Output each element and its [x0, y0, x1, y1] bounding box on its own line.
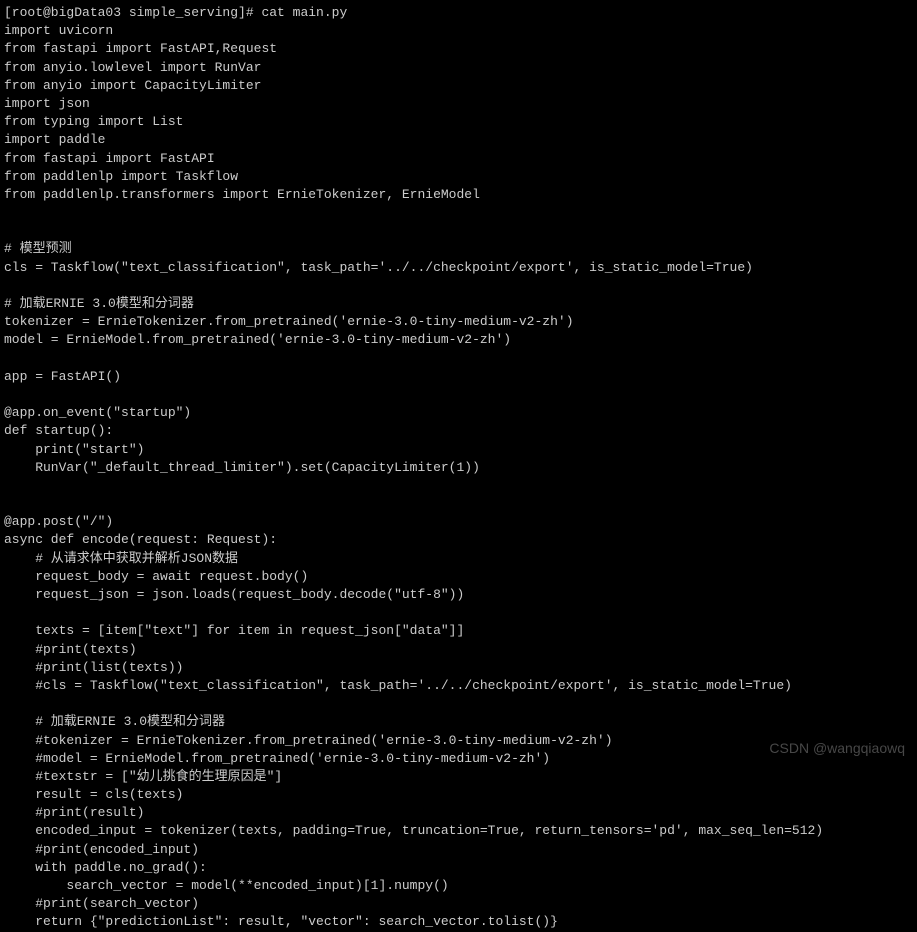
- code-line: result = cls(texts): [4, 787, 183, 802]
- code-line: #print(encoded_input): [4, 842, 199, 857]
- code-line: @app.post("/"): [4, 514, 113, 529]
- code-line: request_json = json.loads(request_body.d…: [4, 587, 464, 602]
- code-line: #print(list(texts)): [4, 660, 183, 675]
- code-line: # 从请求体中获取并解析JSON数据: [4, 551, 238, 566]
- code-line: # 加载ERNIE 3.0模型和分词器: [4, 296, 194, 311]
- code-line: from fastapi import FastAPI,Request: [4, 41, 277, 56]
- code-line: #print(result): [4, 805, 144, 820]
- code-line: model = ErnieModel.from_pretrained('erni…: [4, 332, 511, 347]
- code-line: with paddle.no_grad():: [4, 860, 207, 875]
- code-line: # 模型预测: [4, 241, 72, 256]
- code-line: return {"predictionList": result, "vecto…: [4, 914, 558, 929]
- code-line: from anyio.lowlevel import RunVar: [4, 60, 261, 75]
- terminal-output[interactable]: [root@bigData03 simple_serving]# cat mai…: [4, 4, 913, 932]
- code-line: import paddle: [4, 132, 105, 147]
- code-line: texts = [item["text"] for item in reques…: [4, 623, 464, 638]
- code-line: def startup():: [4, 423, 113, 438]
- code-line: cls = Taskflow("text_classification", ta…: [4, 260, 753, 275]
- code-line: print("start"): [4, 442, 144, 457]
- code-line: @app.on_event("startup"): [4, 405, 191, 420]
- code-line: request_body = await request.body(): [4, 569, 308, 584]
- code-line: search_vector = model(**encoded_input)[1…: [4, 878, 449, 893]
- code-line: #print(texts): [4, 642, 137, 657]
- code-line: async def encode(request: Request):: [4, 532, 277, 547]
- code-line: #model = ErnieModel.from_pretrained('ern…: [4, 751, 550, 766]
- shell-prompt: [root@bigData03 simple_serving]# cat mai…: [4, 5, 347, 20]
- code-line: from paddlenlp import Taskflow: [4, 169, 238, 184]
- code-line: from fastapi import FastAPI: [4, 151, 215, 166]
- code-line: #textstr = ["幼儿挑食的生理原因是"]: [4, 769, 282, 784]
- code-line: from paddlenlp.transformers import Ernie…: [4, 187, 480, 202]
- watermark-text: CSDN @wangqiaowq: [769, 739, 905, 759]
- code-line: #tokenizer = ErnieTokenizer.from_pretrai…: [4, 733, 613, 748]
- code-line: app = FastAPI(): [4, 369, 121, 384]
- code-line: tokenizer = ErnieTokenizer.from_pretrain…: [4, 314, 574, 329]
- code-line: from anyio import CapacityLimiter: [4, 78, 261, 93]
- code-line: from typing import List: [4, 114, 183, 129]
- code-line: import json: [4, 96, 90, 111]
- code-line: #print(search_vector): [4, 896, 199, 911]
- code-line: #cls = Taskflow("text_classification", t…: [4, 678, 792, 693]
- code-line: import uvicorn: [4, 23, 113, 38]
- code-line: RunVar("_default_thread_limiter").set(Ca…: [4, 460, 480, 475]
- code-line: encoded_input = tokenizer(texts, padding…: [4, 823, 823, 838]
- code-line: # 加载ERNIE 3.0模型和分词器: [4, 714, 225, 729]
